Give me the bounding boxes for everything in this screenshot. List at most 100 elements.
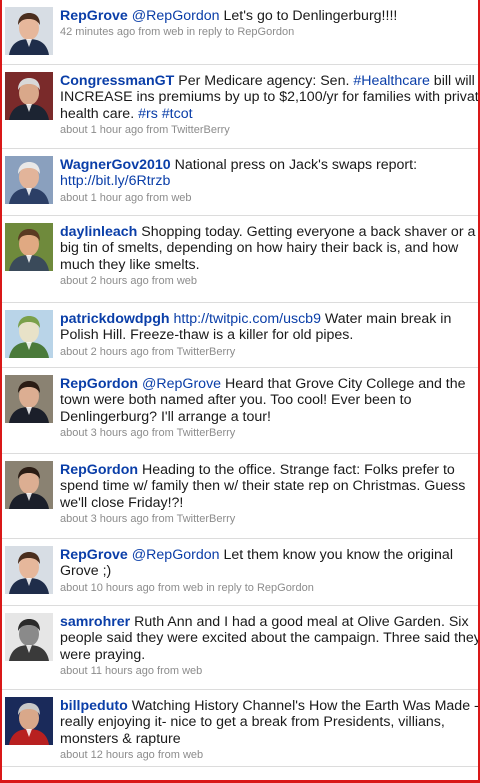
tweet-timestamp-link[interactable]: about 3 hours ago: [60, 513, 149, 525]
tweet-username-link[interactable]: WagnerGov2010: [60, 157, 171, 173]
tweet-meta: 42 minutes ago from web in reply to RepG…: [60, 26, 478, 39]
tweet-username-link[interactable]: patrickdowdpgh: [60, 311, 170, 327]
tweet-meta: about 3 hours ago from TwitterBerry: [60, 427, 478, 440]
tweet-text: health care.: [60, 105, 139, 122]
repgrove-avatar[interactable]: [5, 7, 53, 55]
tweet-text-line: we'll close Friday!?!: [60, 495, 478, 511]
tweet-timestamp-link[interactable]: about 11 hours ago: [60, 665, 154, 677]
tweet-content: samrohrer Ruth Ann and I had a good meal…: [60, 614, 478, 663]
tweet-source-link[interactable]: web: [163, 26, 183, 38]
congressmangt-avatar[interactable]: [5, 72, 53, 120]
tweet-inline-link[interactable]: @RepGordon: [132, 8, 220, 24]
tweet-source-link[interactable]: TwitterBerry: [177, 427, 236, 439]
tweet-text: Per Medicare agency: Sen.: [178, 73, 354, 89]
tweet-text: Shopping today. Getting everyone a back …: [141, 224, 476, 240]
wagnergov2010-avatar[interactable]: [5, 156, 53, 204]
repgordon-avatar[interactable]: [5, 461, 53, 509]
billpeduto-avatar[interactable]: [5, 697, 53, 745]
tweet-text: bill will: [429, 73, 475, 89]
tweet-username-link[interactable]: billpeduto: [60, 698, 128, 714]
tweet-content: patrickdowdpgh http://twitpic.com/uscb9 …: [60, 311, 478, 344]
tweet-text: Let's go to Denlingerburg!!!!: [219, 8, 398, 24]
tweet-item: patrickdowdpgh http://twitpic.com/uscb9 …: [2, 303, 478, 368]
tweet-username-link[interactable]: daylinleach: [60, 224, 137, 240]
tweet-text: Heard that Grove City College and the: [221, 376, 466, 392]
tweet-source-link[interactable]: web: [171, 192, 191, 204]
tweet-item: CongressmanGT Per Medicare agency: Sen. …: [2, 65, 478, 149]
tweet-inline-link[interactable]: http://twitpic.com/uscb9: [174, 311, 321, 327]
tweet-text-line: Polish Hill. Freeze-thaw is a killer for…: [60, 327, 478, 343]
tweet-meta: about 1 hour ago from web: [60, 192, 478, 205]
tweet-inline-link[interactable]: http://bit.ly/6Rtrzb: [60, 173, 170, 189]
tweet-item: RepGordon Heading to the office. Strange…: [2, 454, 478, 539]
tweet-text-line: INCREASE ins premiums by up to $2,100/yr…: [60, 89, 478, 105]
tweet-text-line: samrohrer Ruth Ann and I had a good meal…: [60, 614, 478, 630]
tweet-text-line: big tin of smelts, depending on how hair…: [60, 240, 478, 256]
tweet-text-line: RepGrove @RepGordon Let's go to Denlinge…: [60, 8, 478, 24]
tweet-source-link[interactable]: TwitterBerry: [177, 513, 236, 525]
tweet-username-link[interactable]: RepGrove: [60, 547, 128, 563]
tweet-timestamp-link[interactable]: about 12 hours ago: [60, 749, 155, 761]
tweet-content: daylinleach Shopping today. Getting ever…: [60, 224, 478, 273]
daylinleach-avatar[interactable]: [5, 223, 53, 271]
tweet-timestamp-link[interactable]: about 2 hours ago: [60, 275, 149, 287]
repgrove-avatar[interactable]: [5, 546, 53, 594]
tweet-inline-link[interactable]: #rs: [138, 106, 158, 122]
tweet-username-link[interactable]: RepGordon: [60, 462, 138, 478]
tweet-content: RepGrove @RepGordon Let's go to Denlinge…: [60, 8, 478, 24]
tweet-text: National press on Jack's swaps report:: [174, 157, 418, 173]
tweet-reply-prefix: in reply to: [186, 26, 235, 39]
tweet-text: monsters & rapture: [60, 730, 181, 747]
tweet-text-line: CongressmanGT Per Medicare agency: Sen. …: [60, 73, 478, 89]
tweet-timestamp-link[interactable]: about 3 hours ago: [60, 427, 149, 439]
tweet-timestamp-link[interactable]: about 10 hours ago: [60, 582, 155, 594]
tweet-source-link[interactable]: TwitterBerry: [171, 124, 230, 136]
tweet-source-link[interactable]: TwitterBerry: [177, 346, 236, 358]
tweet-meta: about 1 hour ago from TwitterBerry: [60, 124, 478, 137]
tweet-username-link[interactable]: CongressmanGT: [60, 73, 174, 89]
tweet-inline-link[interactable]: #Healthcare: [353, 73, 430, 89]
tweet-source-link[interactable]: web: [182, 665, 202, 677]
tweet-username-link[interactable]: RepGordon: [60, 376, 138, 392]
tweet-meta: about 12 hours ago from web: [60, 749, 478, 762]
tweet-reply-to-link[interactable]: RepGordon: [257, 582, 314, 594]
tweet-text: really enjoying it- nice to get a break …: [60, 714, 445, 731]
tweet-timestamp-link[interactable]: about 2 hours ago: [60, 346, 149, 358]
tweet-content: RepGordon @RepGrove Heard that Grove Cit…: [60, 376, 478, 425]
tweet-text-line: billpeduto Watching History Channel's Ho…: [60, 698, 478, 714]
tweet-from-label: from: [138, 26, 161, 39]
tweet-meta: about 2 hours ago from web: [60, 275, 478, 288]
tweet-text-line: RepGordon Heading to the office. Strange…: [60, 462, 478, 478]
tweet-timestamp-link[interactable]: about 1 hour ago: [60, 192, 143, 204]
samrohrer-avatar[interactable]: [5, 613, 53, 661]
tweet-text: Let them know you know the original: [219, 547, 453, 563]
tweet-source-link[interactable]: web: [183, 749, 203, 761]
tweet-item: RepGrove @RepGordon Let's go to Denlinge…: [2, 0, 478, 65]
tweet-meta: about 10 hours ago from web in reply to …: [60, 582, 478, 595]
tweet-timestamp-link[interactable]: about 1 hour ago: [60, 124, 143, 136]
tweet-source-link[interactable]: web: [177, 275, 197, 287]
tweet-from-label: from: [157, 581, 180, 594]
tweet-inline-link[interactable]: #tcot: [162, 106, 193, 122]
tweet-username-link[interactable]: RepGrove: [60, 8, 128, 24]
tweet-inline-link[interactable]: @RepGordon: [132, 547, 220, 563]
tweet-text-line: WagnerGov2010 National press on Jack's s…: [60, 157, 478, 173]
tweet-text-line: spend time w/ family then w/ their state…: [60, 478, 478, 494]
tweet-text-line: people said they were excited about the …: [60, 630, 478, 646]
tweet-source-link[interactable]: web: [183, 582, 203, 594]
tweet-item: daylinleach Shopping today. Getting ever…: [2, 216, 478, 303]
tweet-username-link[interactable]: samrohrer: [60, 614, 130, 630]
tweet-meta: about 2 hours ago from TwitterBerry: [60, 346, 478, 359]
patrickdowdpgh-avatar[interactable]: [5, 310, 53, 358]
tweet-timestamp-link[interactable]: 42 minutes ago: [60, 26, 135, 38]
tweet-text-line: daylinleach Shopping today. Getting ever…: [60, 224, 478, 240]
tweet-text: Denlingerburg? I'll arrange a tour!: [60, 408, 271, 425]
tweet-text: Heading to the office. Strange fact: Fol…: [141, 462, 455, 478]
tweet-text: much they like smelts.: [60, 256, 200, 273]
repgordon-avatar[interactable]: [5, 375, 53, 423]
tweet-text-line: were praying.: [60, 647, 478, 663]
tweet-reply-to-link[interactable]: RepGordon: [237, 26, 294, 38]
tweet-text: people said they were excited about the …: [60, 630, 478, 647]
tweet-content: RepGordon Heading to the office. Strange…: [60, 462, 478, 511]
tweet-inline-link[interactable]: @RepGrove: [142, 376, 221, 392]
